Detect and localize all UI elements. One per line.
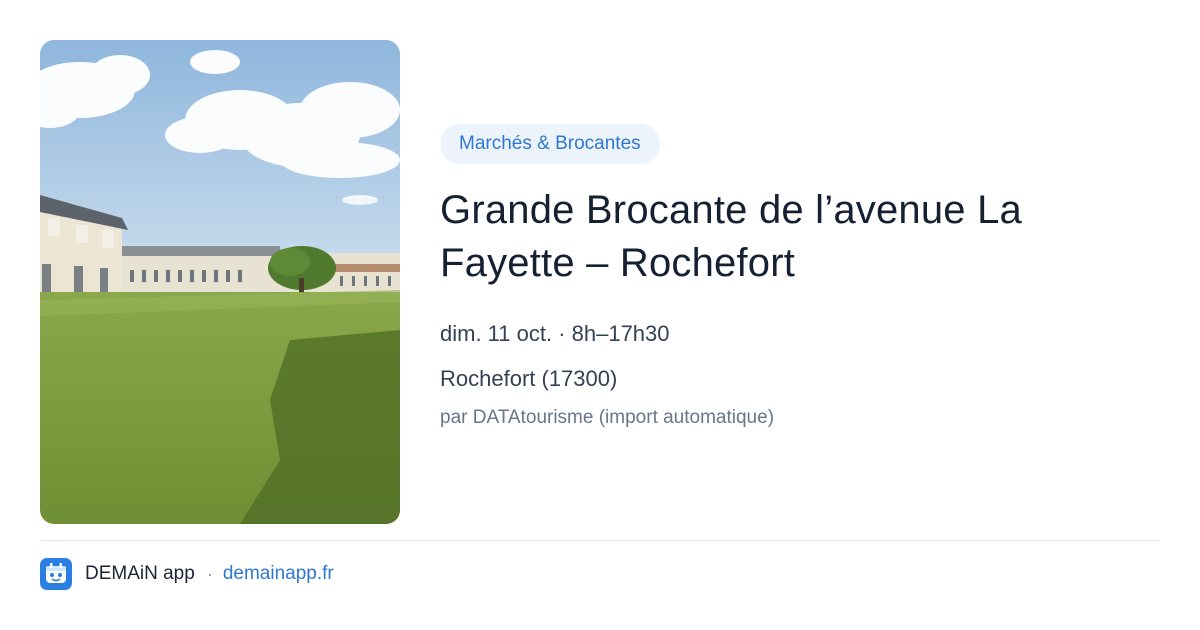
event-preview-card: Marchés & Brocantes Grande Brocante de l… bbox=[0, 0, 1200, 630]
footer-divider bbox=[40, 540, 1160, 541]
event-location: Rochefort (17300) bbox=[440, 366, 618, 391]
event-photo-illustration bbox=[40, 40, 400, 524]
demain-app-icon bbox=[40, 558, 72, 590]
app-name: DEMAiN app bbox=[85, 563, 195, 584]
footer-separator: · bbox=[206, 563, 213, 584]
footer: DEMAiN app · demainapp.fr bbox=[40, 558, 334, 590]
category-tag[interactable]: Marchés & Brocantes bbox=[440, 124, 660, 164]
event-photo bbox=[40, 40, 400, 524]
app-website-link[interactable]: demainapp.fr bbox=[223, 563, 334, 585]
event-details: Marchés & Brocantes Grande Brocante de l… bbox=[440, 124, 1160, 432]
event-date: dim. 11 oct. · 8h–17h30 bbox=[440, 321, 670, 346]
event-title: Grande Brocante de l’avenue La Fayette –… bbox=[440, 188, 1022, 285]
event-source: par DATAtourisme (import automatique) bbox=[440, 407, 775, 428]
